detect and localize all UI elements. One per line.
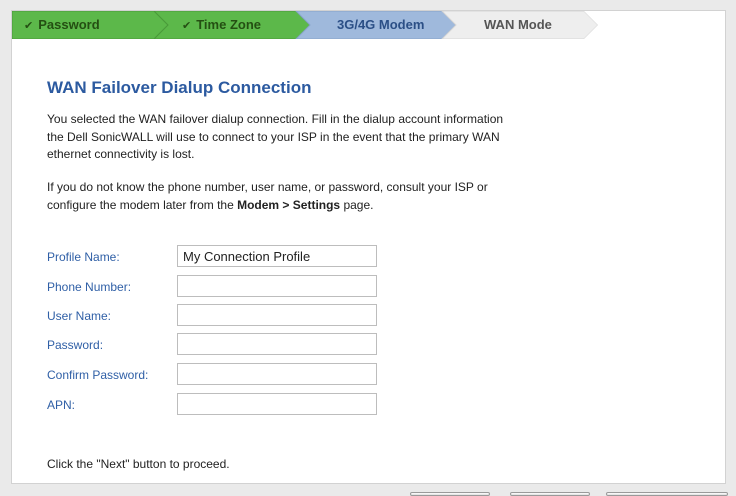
- wizard-steps: ✔ Password ✔ Time Zone 3G/4G Modem WAN Mod…: [12, 11, 725, 39]
- step-modem: 3G/4G Modem: [337, 11, 424, 39]
- confirm-password-row: Confirm Password:: [47, 363, 387, 387]
- wizard-nav-button-2[interactable]: [510, 492, 590, 496]
- phone-number-input[interactable]: [177, 275, 377, 297]
- step-timezone: ✔ Time Zone: [182, 11, 261, 39]
- profile-name-input[interactable]: [177, 245, 377, 267]
- step-wanmode-tail: [584, 11, 725, 39]
- password-label: Password:: [47, 338, 104, 352]
- confirm-password-input[interactable]: [177, 363, 377, 385]
- modem-settings-reference: Modem > Settings: [237, 197, 341, 212]
- apn-input[interactable]: [177, 393, 377, 415]
- apn-row: APN:: [47, 393, 387, 417]
- step-password-label: Password: [38, 17, 100, 32]
- phone-number-label: Phone Number:: [47, 280, 132, 294]
- apn-label: APN:: [47, 398, 76, 412]
- help-text-suffix: page.: [340, 197, 374, 212]
- proceed-instruction: Click the "Next" button to proceed.: [47, 457, 230, 471]
- phone-number-row: Phone Number:: [47, 275, 387, 299]
- check-icon: ✔: [24, 20, 34, 32]
- password-input[interactable]: [177, 333, 377, 355]
- step-modem-label: 3G/4G Modem: [337, 17, 425, 32]
- profile-name-label: Profile Name:: [47, 250, 120, 264]
- user-name-row: User Name:: [47, 304, 387, 328]
- step-timezone-label: Time Zone: [196, 17, 261, 32]
- check-icon: ✔: [182, 20, 192, 32]
- user-name-input[interactable]: [177, 304, 377, 326]
- user-name-label: User Name:: [47, 309, 112, 323]
- wizard-nav-button-3[interactable]: [606, 492, 728, 496]
- confirm-password-label: Confirm Password:: [47, 368, 149, 382]
- step-wan-mode-label: WAN Mode: [484, 17, 552, 32]
- profile-name-row: Profile Name:: [47, 245, 387, 269]
- step-wan-mode: WAN Mode: [484, 11, 552, 39]
- intro-text: You selected the WAN failover dialup con…: [47, 112, 504, 161]
- password-row: Password:: [47, 333, 387, 357]
- wizard-panel: ✔ Password ✔ Time Zone 3G/4G Modem WAN Mod…: [11, 10, 726, 484]
- page-title: WAN Failover Dialup Connection: [47, 78, 312, 97]
- step-password: ✔ Password: [24, 11, 100, 39]
- wizard-nav-button-1[interactable]: [410, 492, 490, 496]
- help-text: If you do not know the phone number, use…: [47, 179, 507, 214]
